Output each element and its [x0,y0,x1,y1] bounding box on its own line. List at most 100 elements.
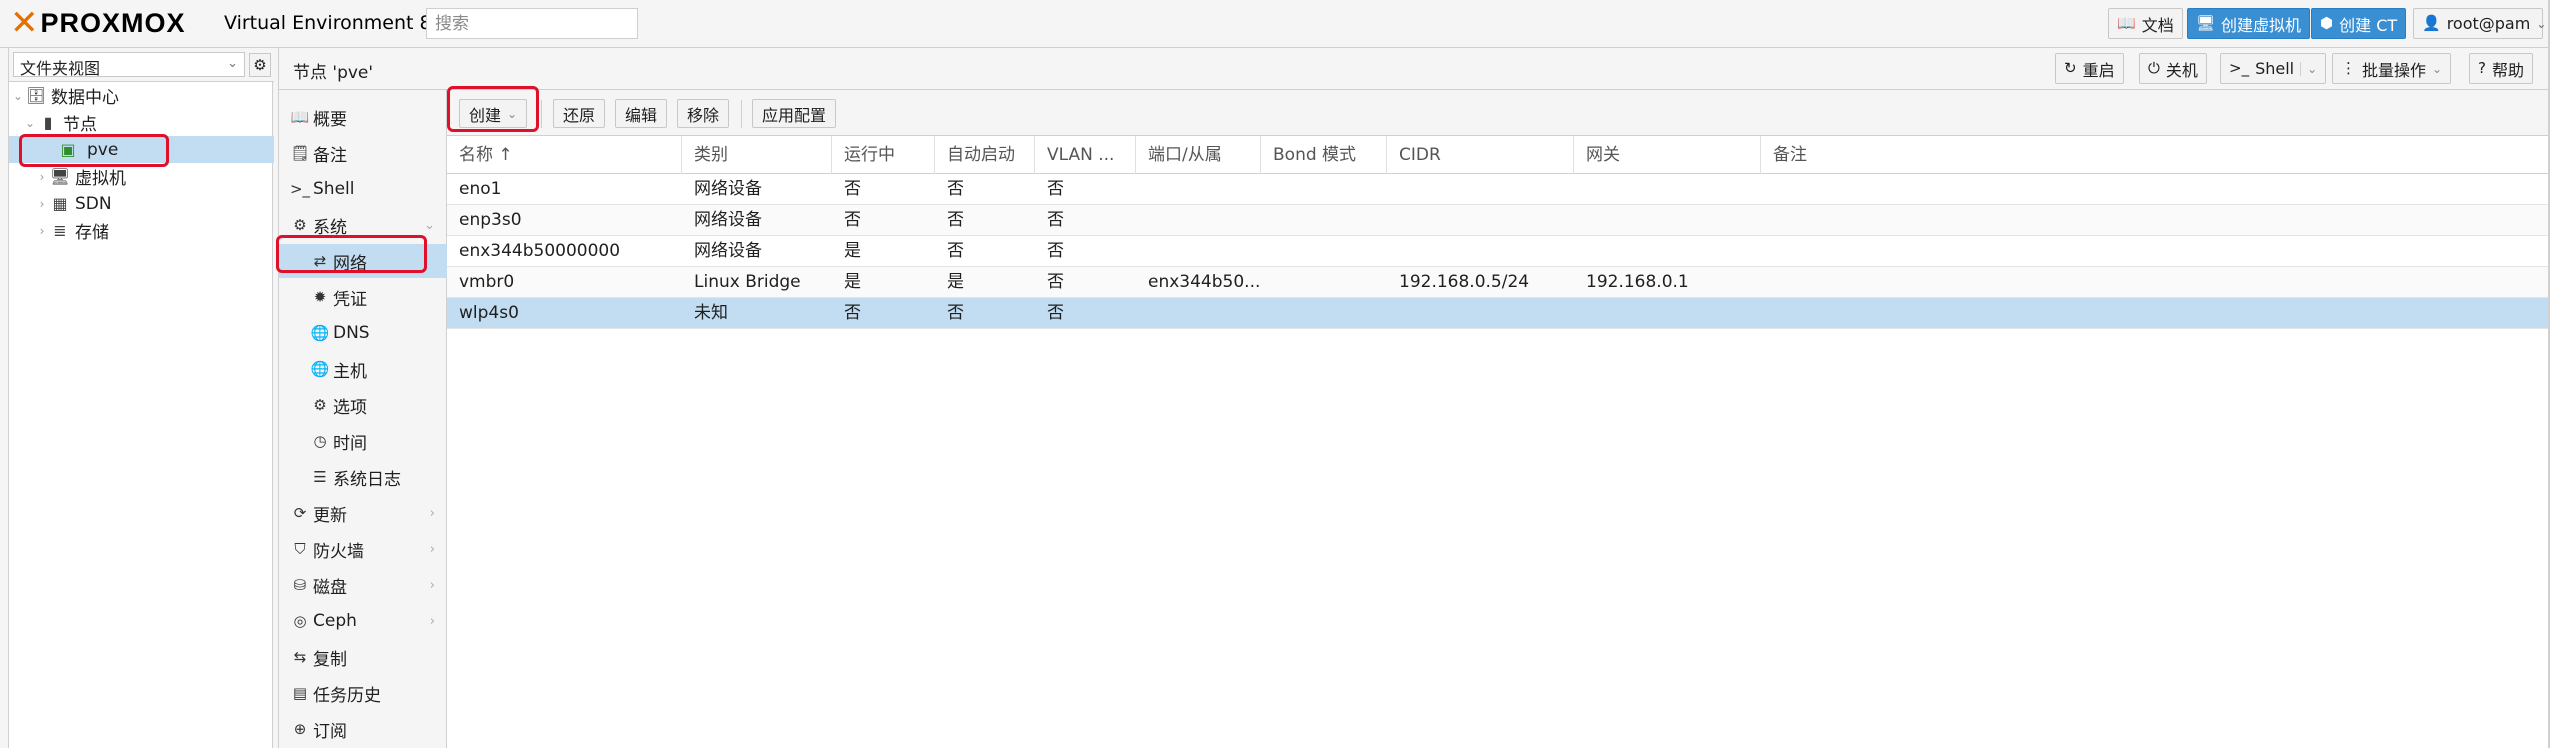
nav-item-label: 凭证 [333,289,367,310]
column-header-ports-slaves[interactable]: 端口/从属 [1136,136,1261,174]
grid-icon: ▦ [52,194,68,213]
table-row[interactable]: enx344b50000000 网络设备 是 否 否 [447,236,2550,267]
create-ct-label: 创建 CT [2339,15,2398,35]
nav-item-dns[interactable]: 🌐 DNS [279,316,447,350]
view-select[interactable]: 文件夹视图 ⌄ [13,52,245,78]
chevron-down-icon: ⌄ [2432,61,2443,76]
column-header-type[interactable]: 类别 [682,136,832,174]
chevron-right-icon: › [429,577,435,593]
table-row[interactable]: vmbr0 Linux Bridge 是 是 否 enx344b50... 19… [447,267,2550,298]
toolbar-separator [541,100,542,128]
create-vm-button[interactable]: 🖥 创建虚拟机 [2187,8,2311,39]
monitor-icon: 🖥 [2196,14,2216,32]
nav-item-system[interactable]: ⚙ 系统 ⌄ [279,208,447,242]
cell-name: enx344b50000000 [459,241,621,261]
column-header-active[interactable]: 运行中 [832,136,935,174]
nav-item-options[interactable]: ⚙ 选项 [279,388,447,422]
nav-item-updates[interactable]: ⟳ 更新 › [279,496,447,530]
revert-button[interactable]: 还原 [553,99,606,128]
nav-item-certificates[interactable]: ✹ 凭证 [279,280,447,314]
nav-item-label: 时间 [333,433,367,454]
nav-item-label: 网络 [333,253,367,274]
nav-item-label: 备注 [313,145,347,166]
cell-type: 网络设备 [694,179,762,199]
page-title: 节点 'pve' [293,63,374,83]
clock-icon: ◷ [313,432,327,450]
column-header-cidr[interactable]: CIDR [1387,136,1574,174]
apply-config-label: 应用配置 [762,105,827,125]
shield-icon: ⛉ [294,540,306,558]
table-row[interactable]: wlp4s0 未知 否 否 否 [447,298,2550,329]
expand-icon[interactable]: › [35,197,49,211]
tree-settings-gear-icon[interactable]: ⚙ [249,53,271,77]
expand-icon[interactable]: › [35,170,49,184]
create-ct-button[interactable]: ⬢ 创建 CT [2311,8,2407,39]
cell-active: 否 [844,303,861,323]
shell-button[interactable]: >_ Shell ⌄ [2220,53,2327,84]
proxmox-logo[interactable]: ✕ PROXMOX [10,6,186,40]
tree-item-sdn[interactable]: › ▦ SDN [9,190,274,217]
expand-icon[interactable]: › [35,224,49,238]
column-header-name[interactable]: 名称 ↑ [447,136,682,174]
nav-item-shell[interactable]: >_ Shell [279,172,447,206]
grid-header: 名称 ↑ 类别 运行中 自动启动 VLAN ... 端口/从属 Bond 模式 … [447,136,2550,174]
exchange-arrows-icon: ⇄ [313,252,327,270]
cell-active: 否 [844,210,861,230]
bulk-actions-label: 批量操作 [2362,60,2427,80]
ceph-icon: ◎ [293,612,307,630]
toolbar-separator [741,100,742,128]
column-header-autostart[interactable]: 自动启动 [935,136,1035,174]
nav-item-network[interactable]: ⇄ 网络 [279,244,447,278]
shutdown-button[interactable]: ⏻ 关机 [2139,53,2207,84]
collapse-icon[interactable]: ⌄ [23,116,37,130]
chevron-down-icon[interactable]: ⌄ [2300,61,2317,76]
create-label: 创建 [469,105,502,125]
nav-item-ceph[interactable]: ◎ Ceph › [279,604,447,638]
cell-ports-slaves: enx344b50... [1148,272,1261,292]
chevron-right-icon: › [429,613,435,629]
tree-item-datacenter[interactable]: ⌄ 🗄 数据中心 [9,82,274,109]
column-header-comment[interactable]: 备注 [1761,136,2550,174]
help-button[interactable]: ? 帮助 [2469,53,2533,84]
table-row[interactable]: enp3s0 网络设备 否 否 否 [447,205,2550,236]
tree-item-label: pve [87,139,119,160]
tree-item-storage[interactable]: › ≣ 存储 [9,217,274,244]
view-selector-bar: 文件夹视图 ⌄ ⚙ [9,48,274,82]
collapse-icon[interactable]: ⌄ [11,89,25,103]
retweet-icon: ⇆ [293,648,307,666]
chevron-down-icon: ⌄ [2536,16,2547,31]
column-header-gateway[interactable]: 网关 [1574,136,1761,174]
search-input[interactable] [426,8,638,39]
bulk-actions-button[interactable]: ⋮ 批量操作 ⌄ [2332,53,2452,84]
list-alt-icon: ▤ [292,684,308,702]
reboot-button[interactable]: ↻ 重启 [2055,53,2124,84]
nav-item-label: 系统日志 [333,469,401,490]
create-button[interactable]: 创建 ⌄ [459,99,528,128]
datacenter-icon: 🗄 [25,86,47,105]
nav-item-firewall[interactable]: ⛉ 防火墙 › [279,532,447,566]
docs-button[interactable]: 📖 文档 [2108,8,2183,39]
nav-item-time[interactable]: ◷ 时间 [279,424,447,458]
nav-item-subscription[interactable]: ⊕ 订阅 [279,712,447,746]
edit-button[interactable]: 编辑 [615,99,668,128]
tree-item-pve[interactable]: ▣ pve [9,136,274,163]
tree-item-vms[interactable]: › 🖥 虚拟机 [9,163,274,190]
remove-button[interactable]: 移除 [677,99,730,128]
column-header-bond-mode[interactable]: Bond 模式 [1261,136,1387,174]
cell-type: 未知 [694,303,728,323]
user-menu-button[interactable]: 👤 root@pam ⌄ [2413,8,2547,39]
nav-item-label: DNS [333,323,370,343]
nav-item-hosts[interactable]: 🌐 主机 [279,352,447,386]
tree-item-nodes[interactable]: ⌄ ▮ 节点 [9,109,274,136]
nav-item-summary[interactable]: 📖 概要 [279,100,447,134]
nav-item-syslog[interactable]: ☰ 系统日志 [279,460,447,494]
nav-item-replication[interactable]: ⇆ 复制 [279,640,447,674]
apply-config-button[interactable]: 应用配置 [752,99,837,128]
nav-item-task-history[interactable]: ▤ 任务历史 [279,676,447,710]
column-header-vlan[interactable]: VLAN ... [1035,136,1136,174]
table-row[interactable]: eno1 网络设备 否 否 否 [447,174,2550,205]
cell-vlan: 否 [1047,210,1064,230]
nav-item-notes[interactable]: 🗒 备注 [279,136,447,170]
nav-item-label: 防火墙 [313,541,364,562]
nav-item-disks[interactable]: ⛁ 磁盘 › [279,568,447,602]
